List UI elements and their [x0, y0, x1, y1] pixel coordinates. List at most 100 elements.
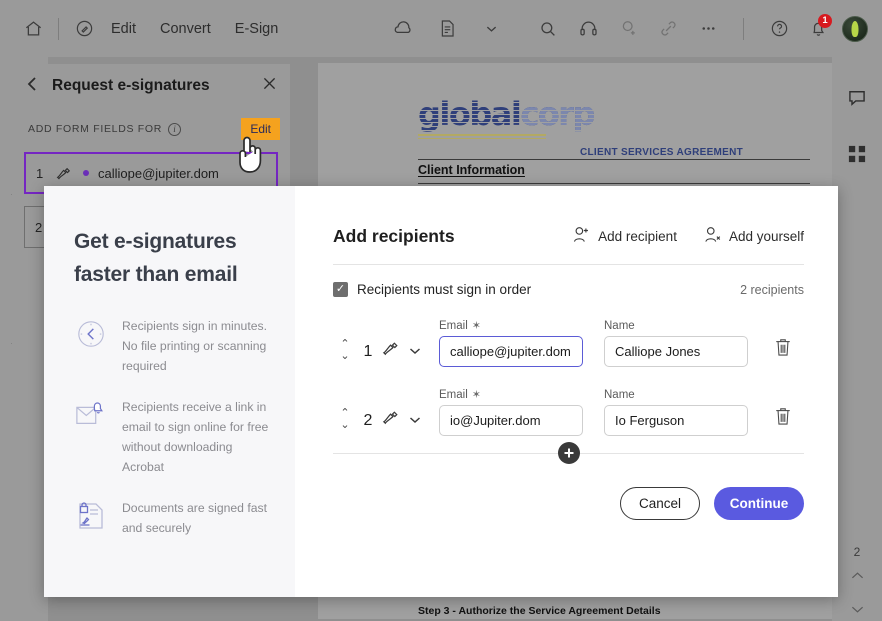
- page-thumbnail-icon[interactable]: [432, 14, 462, 44]
- envelope-bell-icon: [74, 398, 108, 477]
- add-recipients-modal: Get e-signatures faster than email Recip…: [44, 186, 838, 597]
- reorder-spinner[interactable]: ⌃ ⌄: [333, 407, 357, 436]
- modal-title: Add recipients: [333, 226, 455, 246]
- name-input[interactable]: [604, 336, 748, 367]
- globalcorp-logo: globalcorp: [418, 95, 595, 139]
- avatar[interactable]: [842, 15, 868, 42]
- name-label-text: Name: [604, 320, 635, 332]
- add-person-icon[interactable]: [613, 14, 643, 44]
- name-label: Name: [604, 389, 748, 401]
- home-icon[interactable]: [18, 14, 48, 44]
- logo-text-1: global: [418, 95, 521, 133]
- panel-recipient-number: 1: [36, 165, 44, 181]
- name-label-text: Name: [604, 389, 635, 401]
- spinner-down-icon[interactable]: ⌄: [340, 419, 349, 431]
- chevron-down-icon[interactable]: [409, 411, 421, 429]
- panel-title: Request e-signatures: [52, 77, 210, 94]
- sign-in-order-label[interactable]: Recipients must sign in order: [357, 282, 531, 297]
- recipient-rows: ⌃ ⌄ 1 Email ✶ calliope@jupiter.dom Name …: [333, 319, 804, 436]
- sign-in-order-checkbox[interactable]: ✓: [333, 282, 348, 297]
- signature-role-icon: [381, 408, 402, 431]
- acrobat-window: Edit Convert E-Sign 1 Request e-signatur…: [0, 0, 882, 621]
- name-input[interactable]: [604, 405, 748, 436]
- toolbar-divider: [58, 17, 59, 40]
- spinner-up-icon[interactable]: ⌃: [340, 338, 349, 350]
- panel-recipient-email: calliope@jupiter.dom: [98, 165, 219, 181]
- add-row-plus-icon[interactable]: [557, 442, 580, 464]
- spinner-down-icon[interactable]: ⌄: [340, 350, 349, 362]
- trash-icon[interactable]: [774, 406, 792, 436]
- add-recipient-row-area: [333, 442, 804, 464]
- name-field-group: Name: [604, 389, 748, 436]
- back-chevron-icon[interactable]: [26, 76, 48, 96]
- document-footer-step: Step 3 - Authorize the Service Agreement…: [418, 605, 661, 617]
- comment-icon[interactable]: [842, 83, 872, 113]
- recipient-count: 2 recipients: [740, 282, 804, 297]
- add-yourself-button[interactable]: Add yourself: [703, 226, 804, 247]
- notification-bell-icon[interactable]: 1: [804, 13, 832, 43]
- signature-role-icon: [381, 339, 402, 362]
- reorder-spinner[interactable]: ⌃ ⌄: [333, 338, 357, 367]
- modal-body: Add recipients Add recipient Add yoursel…: [295, 186, 838, 597]
- checkmark-icon: ✓: [335, 283, 346, 295]
- page-number: 2: [853, 545, 861, 559]
- page-grid-icon[interactable]: [842, 139, 872, 169]
- logo-rule-2: [418, 138, 546, 139]
- more-options-icon[interactable]: [693, 14, 723, 44]
- sign-in-order-row: ✓ Recipients must sign in order 2 recipi…: [333, 282, 804, 297]
- logo-rule: [418, 134, 546, 136]
- add-recipient-label: Add recipient: [598, 229, 677, 244]
- recipient-color-dot: [83, 170, 89, 176]
- logo-text-2: corp: [520, 95, 595, 133]
- email-input[interactable]: [439, 336, 583, 367]
- name-label: Name: [604, 320, 748, 332]
- menu-convert[interactable]: Convert: [148, 21, 223, 37]
- promo-item: Recipients sign in minutes. No file prin…: [74, 317, 269, 376]
- modal-header: Add recipients Add recipient Add yoursel…: [333, 226, 804, 247]
- name-field-group: Name: [604, 320, 748, 367]
- help-icon[interactable]: [764, 14, 794, 44]
- spinner-up-icon[interactable]: ⌃: [340, 407, 349, 419]
- chevron-down-icon[interactable]: [476, 14, 506, 44]
- cloud-icon[interactable]: [388, 14, 418, 44]
- add-recipient-icon: [572, 226, 590, 247]
- continue-button[interactable]: Continue: [714, 487, 804, 520]
- chevron-down-icon[interactable]: [409, 342, 421, 360]
- chevron-up-icon[interactable]: [851, 569, 864, 583]
- search-icon[interactable]: [533, 14, 563, 44]
- trash-icon[interactable]: [774, 337, 792, 367]
- promo-panel: Get e-signatures faster than email Recip…: [44, 186, 295, 597]
- menu-edit[interactable]: Edit: [99, 21, 148, 37]
- email-field-group: Email ✶: [439, 388, 583, 436]
- select-tool-icon[interactable]: [69, 14, 99, 44]
- email-field-group: Email ✶: [439, 319, 583, 367]
- close-icon[interactable]: [263, 77, 276, 95]
- cancel-button[interactable]: Cancel: [620, 487, 700, 520]
- signature-role-icon: [55, 165, 74, 181]
- table-row: ⌃ ⌄ 2 Email ✶ io@Jupiter.dom Name Io Fer…: [333, 388, 804, 436]
- info-icon[interactable]: i: [168, 122, 182, 136]
- email-label-text: Email: [439, 388, 468, 401]
- document-rule-2: [418, 183, 810, 184]
- right-tool-rail: 2: [832, 57, 882, 621]
- modal-header-actions: Add recipient Add yourself: [572, 226, 804, 247]
- promo-benefits-list: Recipients sign in minutes. No file prin…: [74, 317, 269, 539]
- recipient-role-selector[interactable]: [381, 408, 421, 436]
- lock-document-icon: [74, 499, 108, 539]
- add-recipient-button[interactable]: Add recipient: [572, 226, 677, 247]
- table-row: ⌃ ⌄ 1 Email ✶ calliope@jupiter.dom Name …: [333, 319, 804, 367]
- required-marker: ✶: [471, 320, 481, 332]
- recipient-role-selector[interactable]: [381, 339, 421, 367]
- email-label: Email ✶: [439, 319, 583, 333]
- add-form-fields-label: ADD FORM FIELDS FOR: [28, 123, 163, 135]
- promo-item: Documents are signed fast and securely: [74, 499, 269, 539]
- promo-item-text: Recipients receive a link in email to si…: [122, 400, 269, 474]
- panel-header: Request e-signatures: [12, 64, 290, 108]
- link-icon[interactable]: [653, 14, 683, 44]
- chevron-down-icon[interactable]: [851, 603, 864, 617]
- email-input[interactable]: [439, 405, 583, 436]
- menu-esign[interactable]: E-Sign: [223, 21, 291, 37]
- toolbar-divider-2: [743, 17, 744, 40]
- document-section-title: Client Information: [418, 163, 525, 177]
- headphones-icon[interactable]: [573, 14, 603, 44]
